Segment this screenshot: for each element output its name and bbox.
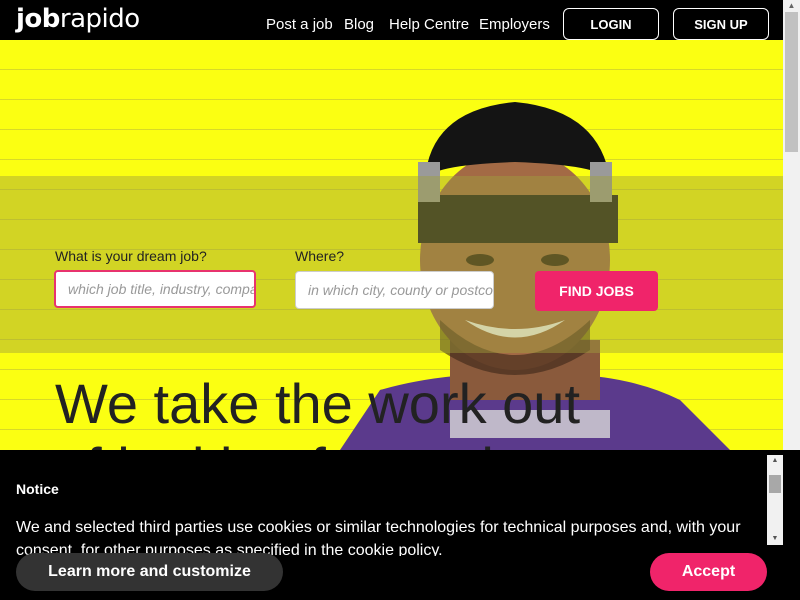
cookie-scrollbar-thumb[interactable] — [769, 475, 781, 493]
cookie-notice-title: Notice — [16, 481, 59, 497]
location-search-input[interactable]: in which city, county or postcode? — [295, 271, 494, 309]
nav-help-centre[interactable]: Help Centre — [389, 16, 469, 33]
page-scrollbar-thumb[interactable] — [785, 12, 798, 152]
accept-cookies-button[interactable]: Accept — [650, 553, 767, 591]
scroll-down-arrow-icon[interactable]: ▼ — [767, 533, 783, 545]
cookie-text-scrollbar[interactable]: ▲ ▼ — [767, 455, 783, 545]
search-band — [0, 176, 783, 353]
cookie-notice-banner: Notice We and selected third parties use… — [0, 450, 800, 600]
nav-post-a-job[interactable]: Post a job — [266, 16, 333, 33]
nav-employers[interactable]: Employers — [479, 16, 550, 33]
signup-button[interactable]: SIGN UP — [673, 8, 769, 40]
hero-headline: We take the work out of looking for work — [55, 372, 580, 450]
nav-blog[interactable]: Blog — [344, 16, 374, 33]
job-field-label: What is your dream job? — [55, 248, 207, 264]
logo-light-part: rapido — [59, 4, 140, 34]
login-button[interactable]: LOGIN — [563, 8, 659, 40]
cookie-notice-text: We and selected third parties use cookie… — [16, 519, 741, 556]
job-search-input[interactable]: which job title, industry, company? — [54, 270, 256, 308]
scroll-up-arrow-icon[interactable]: ▲ — [783, 0, 800, 12]
where-field-label: Where? — [295, 248, 345, 264]
page-scrollbar[interactable]: ▲ — [783, 0, 800, 450]
logo-bold-part: job — [16, 4, 60, 34]
find-jobs-button[interactable]: FIND JOBS — [535, 271, 658, 311]
learn-more-customize-button[interactable]: Learn more and customize — [16, 553, 283, 591]
scroll-up-arrow-icon[interactable]: ▲ — [767, 455, 783, 467]
hero-headline-line1: We take the work out — [55, 372, 580, 435]
hero-headline-line2: of looking for work — [55, 436, 580, 450]
hero-section: What is your dream job? which job title,… — [0, 40, 783, 450]
jobrapido-logo[interactable]: jobrapido — [16, 4, 140, 34]
site-header: jobrapido Post a job Blog Help Centre Em… — [0, 0, 783, 40]
